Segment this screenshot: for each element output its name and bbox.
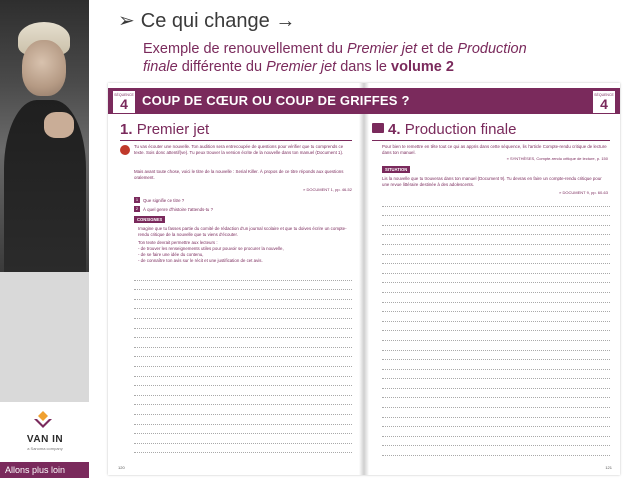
van-in-logo-icon <box>34 411 52 428</box>
right-reference-1: » SYNTHÈSES, Compte-rendu critique de le… <box>506 156 608 161</box>
page-gutter <box>359 83 369 475</box>
right-writing-lines <box>382 197 610 457</box>
sequence-tab-right: SÉQUENCE 4 <box>592 90 616 114</box>
left-intro-text: Tu vas écouter une nouvelle. Ton auditio… <box>134 144 344 155</box>
consigne-4: - de se faire une idée du contenu, <box>138 252 204 257</box>
subtitle-italic: Premier jet <box>346 41 418 57</box>
sequence-tab-left: SÉQUENCE 4 <box>112 90 136 114</box>
consigne-2: Ton texte devrait permettre aux lecteurs… <box>138 240 218 245</box>
situation-text: Lis la nouvelle que tu trouveras dans to… <box>382 176 602 187</box>
left-intro-text-2: Mais avant toute chose, voici le titre d… <box>134 169 344 180</box>
right-section-title: 4. Production finale <box>388 121 517 138</box>
subtitle-bold: volume 2 <box>391 59 454 75</box>
ear-listening-icon <box>120 145 130 155</box>
logo-subtext: a Sanoma company <box>27 446 63 451</box>
left-section-title: 1. Premier jet <box>120 121 210 138</box>
right-reference-2: » DOCUMENT 9, pp. 60-63 <box>559 190 608 195</box>
subtitle-part: et de <box>417 41 458 57</box>
consigne-5: - de connaître ton avis sur le récit et … <box>138 258 263 263</box>
consigne-3: - de trouver les renseignements utiles p… <box>138 246 284 251</box>
left-page-number: 120 <box>118 465 125 470</box>
sidebar: VAN IN a Sanoma company Allons plus loin <box>0 0 89 478</box>
slide-heading: ➢ Ce qui change → <box>118 8 295 33</box>
right-page-number: 121 <box>605 465 612 470</box>
left-section-rule <box>120 140 352 141</box>
question-number: 2 <box>134 206 140 212</box>
subtitle-part: Exemple de renouvellement du <box>143 41 347 57</box>
subtitle-italic: Premier jet <box>266 59 337 75</box>
left-reference-1: » DOCUMENT 1, pp. 46-52 <box>303 187 352 192</box>
question-number: 1 <box>134 197 140 203</box>
consigne-1: Imagine que tu fasses partie du comité d… <box>138 226 347 237</box>
arrow-bullet-icon: ➢ <box>118 10 135 32</box>
book-title: COUP DE CŒUR OU COUP DE GRIFFES ? <box>142 93 410 108</box>
subtitle-italic: finale <box>143 59 178 75</box>
subtitle-part: dans le <box>336 59 392 75</box>
situation-badge: SITUATION <box>382 166 411 173</box>
right-section-rule <box>372 140 610 141</box>
sidebar-grey-band <box>0 272 89 402</box>
book-title-bar: SÉQUENCE 4 COUP DE CŒUR OU COUP DE GRIFF… <box>108 88 620 114</box>
consignes-badge: CONSIGNES <box>134 216 166 223</box>
left-writing-lines <box>134 271 352 454</box>
tagline: Allons plus loin <box>0 462 89 478</box>
question-1: Que signifie ce titre ? <box>143 198 185 203</box>
student-photo <box>0 0 89 272</box>
book-icon <box>372 123 384 133</box>
right-intro-text: Pour bien te remettre en tête tout ce qu… <box>382 144 607 155</box>
book-spread-image: SÉQUENCE 4 COUP DE CŒUR OU COUP DE GRIFF… <box>108 83 620 475</box>
question-2: À quel genre d'histoire t'attends-tu ? <box>143 207 214 212</box>
subtitle-part: différente du <box>177 59 267 75</box>
heading-text: Ce qui change <box>140 10 270 32</box>
slide-subtitle: Exemple de renouvellement du Premier jet… <box>143 40 613 76</box>
subtitle-italic: Production <box>457 41 527 57</box>
logo-text: VAN IN <box>26 434 64 445</box>
right-arrow-icon: → <box>275 10 296 32</box>
